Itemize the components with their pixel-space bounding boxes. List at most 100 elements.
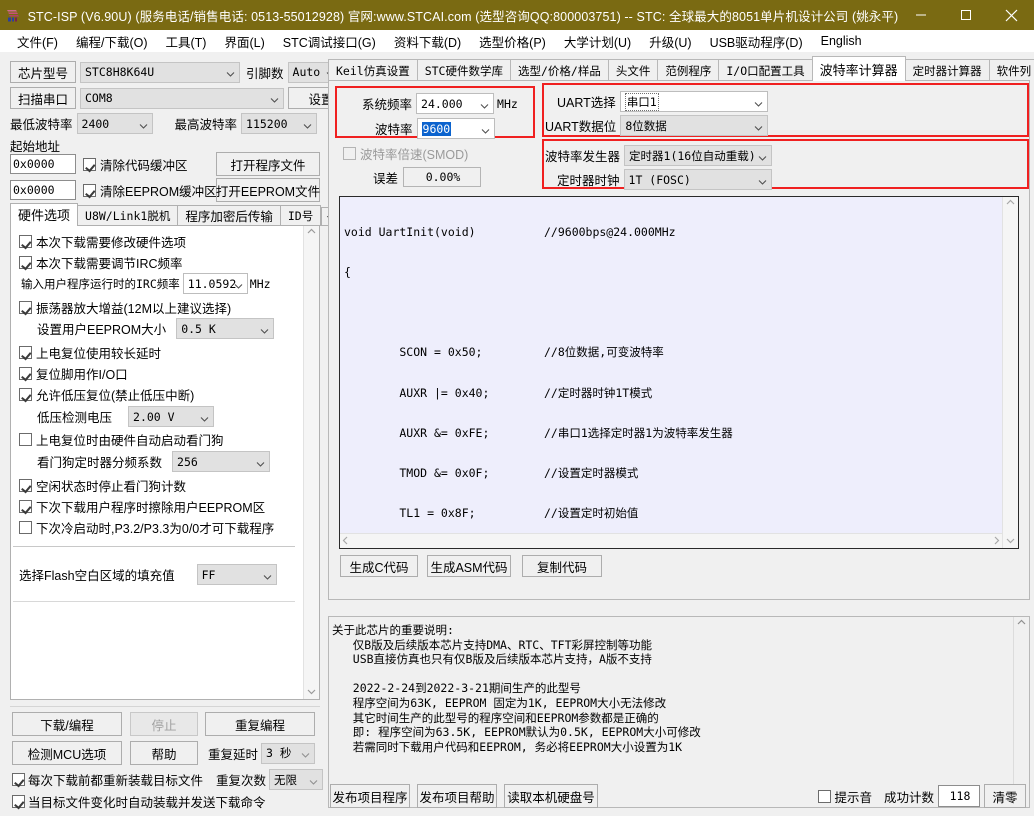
opt-modify-hw-checkbox[interactable] (19, 235, 32, 248)
lvd-voltage-combo[interactable]: 2.00 V (128, 406, 215, 427)
tab-io-config-tool[interactable]: I/O口配置工具 (718, 59, 813, 81)
min-baud-value: 2400 (81, 116, 110, 131)
baud-generator-combo[interactable]: 定时器1(16位自动重载) (624, 145, 773, 166)
success-count-value: 118 (938, 785, 980, 807)
menu-usb-driver[interactable]: USB驱动程序(D) (701, 30, 812, 53)
opt-adjust-irc-checkbox[interactable] (19, 256, 32, 269)
autoload-on-change-checkbox[interactable] (12, 795, 25, 808)
scroll-down-icon[interactable] (307, 688, 316, 697)
opt-erase-eeprom-checkbox[interactable] (19, 500, 32, 513)
scan-port-button[interactable]: 扫描串口 (10, 87, 76, 109)
code-hscrollbar[interactable] (340, 533, 1002, 548)
uart-select-combo[interactable]: 串口1 (619, 91, 768, 112)
download-program-button[interactable]: 下载/编程 (12, 712, 122, 736)
tab-selection-price[interactable]: 选型/价格/样品 (509, 59, 609, 81)
uart-databits-combo[interactable]: 8位数据 (620, 115, 769, 136)
scroll-down-icon[interactable] (1006, 537, 1015, 546)
open-program-file-button[interactable]: 打开程序文件 (216, 152, 320, 176)
code-lines: void UartInit(void)//9600bps@24.000MHz {… (340, 197, 1002, 548)
clear-code-buffer-checkbox[interactable] (83, 157, 96, 171)
pin-count-label: 引脚数 (246, 66, 284, 81)
opt-long-reset-delay-checkbox[interactable] (19, 346, 32, 359)
publish-project-help-button[interactable]: 发布项目帮助 (417, 784, 497, 808)
scroll-right-icon[interactable] (993, 536, 1000, 547)
scroll-up-icon[interactable] (307, 228, 316, 237)
tab-u8w-link1[interactable]: U8W/Link1脱机 (77, 205, 179, 226)
chip-model-combo[interactable]: STC8H8K64U (80, 61, 240, 83)
chip-info-text: 关于此芯片的重要说明: 仅B版及后续版本芯片支持DMA、RTC、TFT彩屏控制等… (332, 623, 701, 754)
tab-stc-hw-math-lib[interactable]: STC硬件数学库 (416, 59, 511, 81)
baud-rate-combo[interactable]: 9600 (416, 118, 495, 139)
clear-count-button[interactable]: 清零 (984, 784, 1026, 808)
menu-interface[interactable]: 界面(L) (215, 30, 273, 53)
eeprom-start-address-input[interactable]: 0x0000 (10, 180, 76, 200)
timer-clock-combo[interactable]: 1T (FOSC) (623, 169, 772, 190)
repeat-count-value: 无限 (274, 772, 298, 787)
stop-button: 停止 (130, 712, 198, 736)
menu-tools[interactable]: 工具(T) (157, 30, 216, 53)
tab-header-files[interactable]: 头文件 (607, 59, 659, 81)
repeat-count-combo[interactable]: 无限 (269, 769, 324, 790)
publish-project-program-button[interactable]: 发布项目程序 (330, 784, 410, 808)
generate-asm-code-button[interactable]: 生成ASM代码 (427, 555, 511, 577)
opt-osc-gain-checkbox[interactable] (19, 301, 32, 314)
read-disk-id-button[interactable]: 读取本机硬盘号 (504, 784, 598, 808)
opt-cold-start-p32-p33-checkbox[interactable] (19, 521, 32, 534)
close-icon[interactable] (989, 0, 1034, 30)
menu-program[interactable]: 编程/下载(O) (67, 30, 157, 53)
clear-eeprom-buffer-label: 清除EEPROM缓冲区 (100, 184, 217, 199)
error-label: 误差 (373, 171, 399, 186)
generate-c-code-button[interactable]: 生成C代码 (340, 555, 418, 577)
tab-id-number[interactable]: ID号 (279, 205, 322, 226)
opt-auto-wdt-checkbox[interactable] (19, 433, 32, 446)
tab-keil-sim-settings[interactable]: Keil仿真设置 (328, 59, 418, 81)
hardware-options-scrollbar[interactable] (303, 226, 319, 699)
opt-lvd-reset-checkbox[interactable] (19, 388, 32, 401)
reload-before-download-checkbox[interactable] (12, 773, 25, 786)
menu-university[interactable]: 大学计划(U) (555, 30, 640, 53)
copy-code-button[interactable]: 复制代码 (522, 555, 602, 577)
detect-mcu-options-button[interactable]: 检测MCU选项 (12, 741, 122, 765)
beep-checkbox[interactable] (818, 789, 832, 803)
min-baud-combo[interactable]: 2400 (76, 113, 153, 134)
tab-software-list[interactable]: 软件列 (988, 59, 1034, 81)
max-baud-combo[interactable]: 115200 (241, 113, 318, 134)
opt-idle-stop-wdt-checkbox[interactable] (19, 479, 32, 492)
repeat-delay-combo[interactable]: 3 秒 (261, 742, 316, 764)
generated-code-area[interactable]: void UartInit(void)//9600bps@24.000MHz {… (339, 196, 1019, 549)
tab-baud-calculator[interactable]: 波特率计算器 (811, 56, 906, 81)
maximize-icon[interactable] (944, 0, 989, 30)
scroll-left-icon[interactable] (342, 536, 349, 547)
opt-reset-as-io-checkbox[interactable] (19, 367, 32, 380)
minimize-icon[interactable] (898, 0, 943, 30)
menu-file[interactable]: 文件(F) (8, 30, 67, 53)
chevron-down-icon (754, 97, 763, 107)
code-start-address-input[interactable]: 0x0000 (10, 154, 76, 174)
irc-frequency-combo[interactable]: 11.0592 (182, 273, 248, 294)
options-divider (13, 546, 295, 547)
flash-fill-value-combo[interactable]: FF (196, 564, 277, 585)
menu-upgrade[interactable]: 升级(U) (640, 30, 700, 53)
wdt-prescaler-label: 看门狗定时器分频系数 (37, 456, 163, 470)
info-scrollbar[interactable] (1013, 617, 1029, 807)
repeat-program-button[interactable]: 重复编程 (205, 712, 315, 736)
scroll-up-icon[interactable] (1006, 199, 1015, 208)
sys-freq-combo[interactable]: 24.000 (416, 93, 495, 114)
scroll-up-icon[interactable] (1017, 619, 1026, 628)
tab-example-programs[interactable]: 范例程序 (657, 59, 720, 81)
wdt-prescaler-combo[interactable]: 256 (172, 451, 271, 472)
menu-debug[interactable]: STC调试接口(G) (274, 30, 385, 53)
menu-pricing[interactable]: 选型价格(P) (470, 30, 555, 53)
menu-english[interactable]: English (812, 32, 871, 50)
open-eeprom-file-button[interactable]: 打开EEPROM文件 (216, 178, 320, 202)
clear-eeprom-buffer-checkbox[interactable] (83, 183, 96, 197)
code-vscrollbar[interactable] (1002, 197, 1018, 548)
tab-timer-calculator[interactable]: 定时器计算器 (904, 59, 990, 81)
tab-encrypted-transfer[interactable]: 程序加密后传输 (177, 205, 281, 226)
serial-port-combo[interactable]: COM8 (80, 87, 284, 109)
help-button[interactable]: 帮助 (130, 741, 198, 765)
tab-hardware-options[interactable]: 硬件选项 (10, 203, 79, 226)
chip-model-button[interactable]: 芯片型号 (10, 61, 76, 83)
eeprom-size-combo[interactable]: 0.5 K (176, 318, 275, 339)
menu-downloads[interactable]: 资料下载(D) (385, 30, 470, 53)
